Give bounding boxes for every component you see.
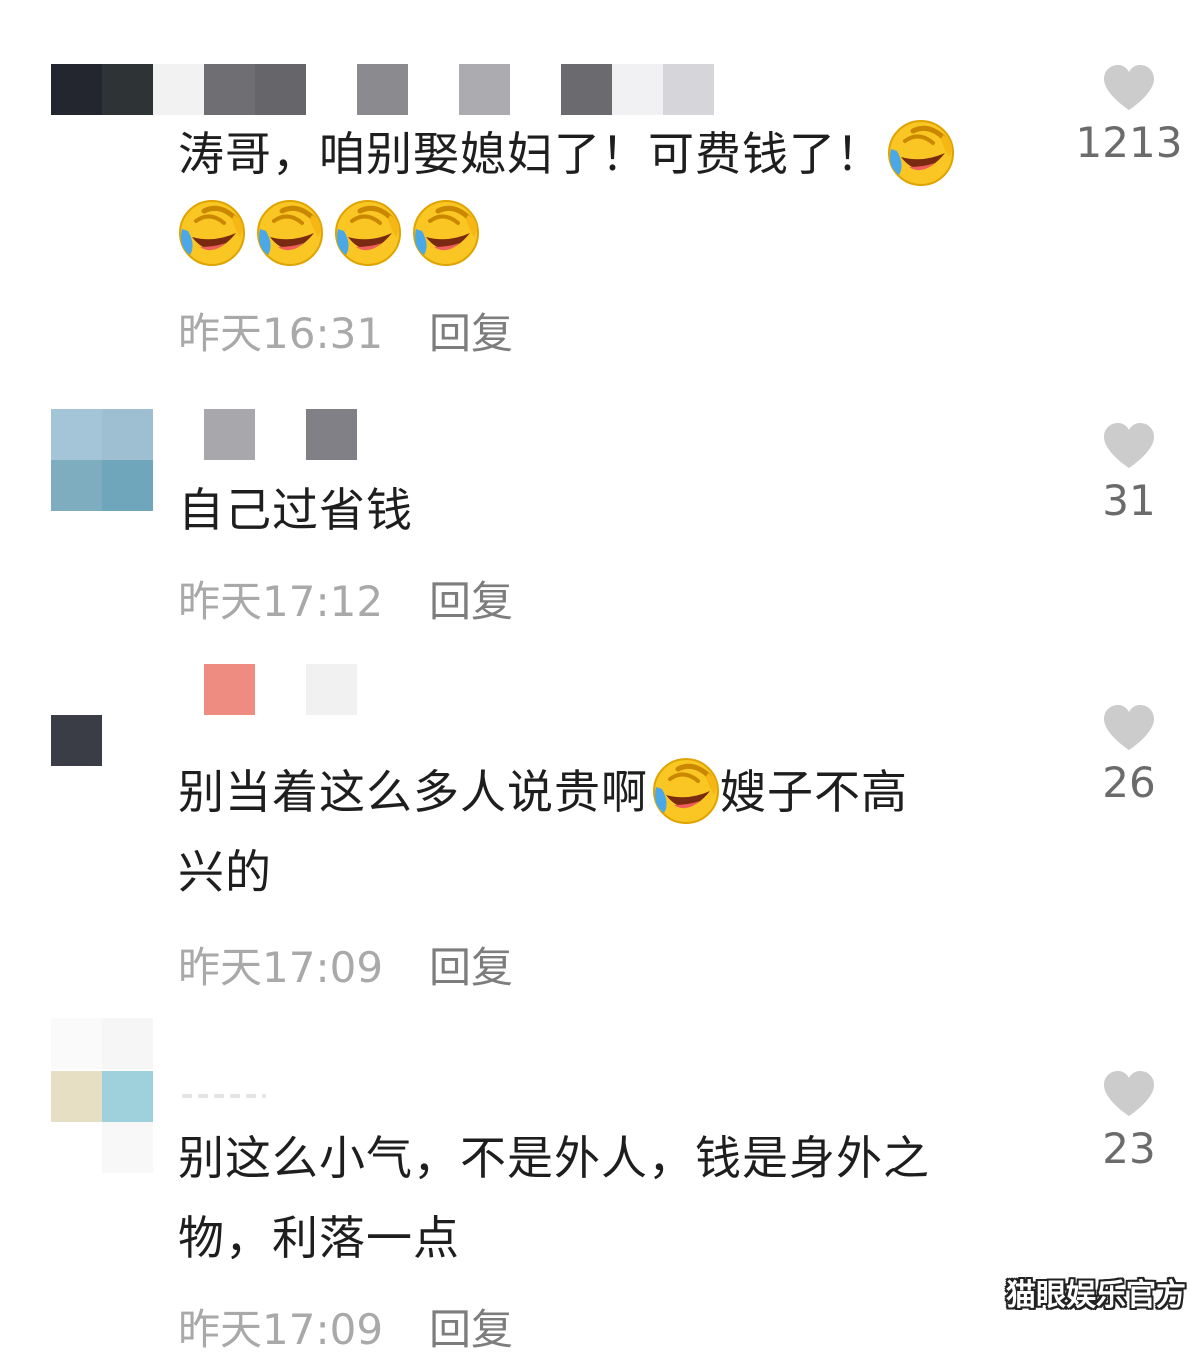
reply-button[interactable]: 回复 <box>429 309 513 358</box>
reply-button[interactable]: 回复 <box>429 577 513 626</box>
like-count: 31 <box>1102 476 1156 525</box>
laugh-cry-emoji-icon <box>408 197 480 269</box>
comment-meta: 昨天17:12 回复 <box>178 568 513 629</box>
like-button[interactable]: 1213 <box>1074 64 1184 167</box>
comment-meta: 昨天16:31 回复 <box>178 300 513 361</box>
comment-meta: 昨天17:09 回复 <box>178 934 513 995</box>
like-button[interactable]: 31 <box>1074 422 1184 525</box>
username-pixelated[interactable] <box>182 1094 266 1098</box>
reply-button[interactable]: 回复 <box>429 943 513 992</box>
laugh-cry-emoji-icon <box>174 197 246 269</box>
comment-meta: 昨天17:09 回复 <box>178 1296 513 1357</box>
comment-text: 涛哥，咱别娶媳妇了！可费钱了！ <box>178 114 1058 274</box>
laugh-cry-emoji-icon <box>648 755 720 827</box>
laugh-cry-emoji-icon <box>252 197 324 269</box>
timestamp: 昨天16:31 <box>178 309 384 358</box>
heart-icon <box>1102 422 1156 470</box>
timestamp: 昨天17:12 <box>178 577 384 626</box>
comment-text: 别当着这么多人说贵啊 嫂子不高 兴的 <box>178 752 1058 912</box>
laugh-cry-emoji-icon <box>883 117 955 189</box>
reply-button[interactable]: 回复 <box>429 1305 513 1354</box>
like-button[interactable]: 23 <box>1074 1070 1184 1173</box>
heart-icon <box>1102 1070 1156 1118</box>
like-count: 26 <box>1102 758 1156 807</box>
like-button[interactable]: 26 <box>1074 704 1184 807</box>
timestamp: 昨天17:09 <box>178 1305 384 1354</box>
like-count: 23 <box>1102 1124 1156 1173</box>
watermark: 猫眼娱乐官方 <box>1006 1278 1186 1313</box>
heart-icon <box>1102 64 1156 112</box>
heart-icon <box>1102 704 1156 752</box>
comment-text: 别这么小气，不是外人，钱是身外之 物，利落一点 <box>178 1131 930 1265</box>
laugh-cry-emoji-icon <box>330 197 402 269</box>
comment-text: 自己过省钱 <box>178 483 413 537</box>
like-count: 1213 <box>1075 118 1183 167</box>
timestamp: 昨天17:09 <box>178 943 384 992</box>
